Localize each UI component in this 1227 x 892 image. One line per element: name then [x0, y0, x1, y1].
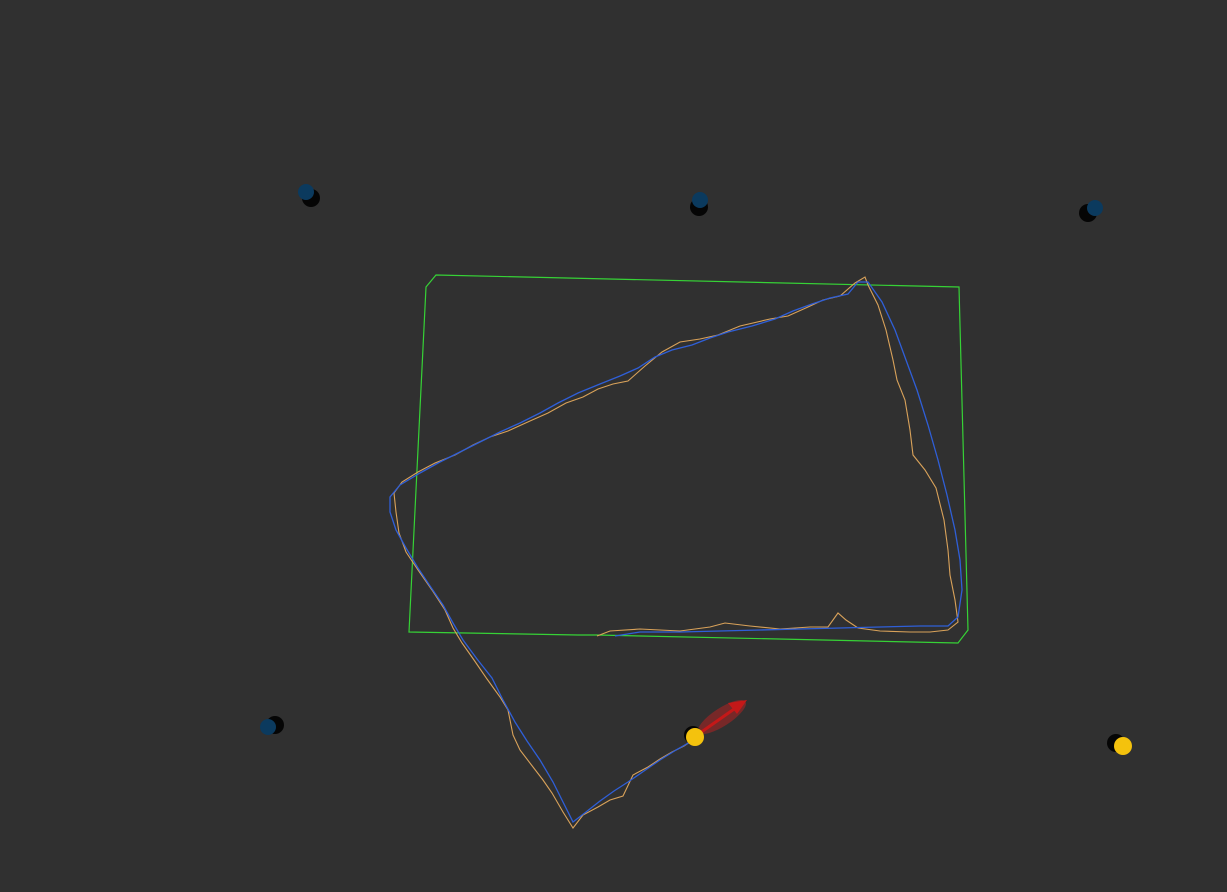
boundary-rectangle	[408, 274, 969, 644]
3d-viewport[interactable]	[0, 0, 1227, 892]
raw-path	[393, 276, 959, 829]
scene-canvas[interactable]	[0, 0, 1227, 892]
anchor-2[interactable]	[690, 192, 708, 216]
estimated-path	[389, 281, 963, 823]
anchor-4[interactable]	[260, 716, 284, 735]
tag-secondary[interactable]	[1107, 734, 1132, 755]
anchor-1[interactable]	[298, 184, 320, 207]
anchor-3[interactable]	[1079, 200, 1103, 222]
